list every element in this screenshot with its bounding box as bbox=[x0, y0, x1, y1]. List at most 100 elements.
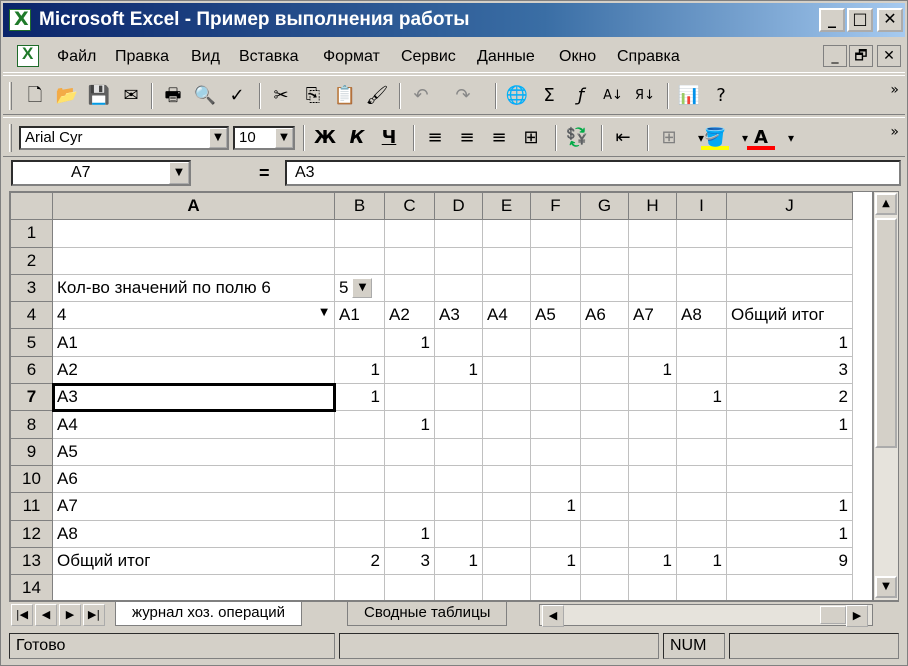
grid-cell[interactable] bbox=[482, 328, 531, 357]
grid-cell[interactable]: A3 bbox=[51, 382, 336, 412]
grid-cell[interactable]: A6 bbox=[52, 464, 335, 494]
grid-cell[interactable] bbox=[482, 219, 531, 248]
close-button[interactable]: ✕ bbox=[877, 8, 903, 32]
menu-help[interactable]: Справка bbox=[617, 48, 680, 66]
grid-cell[interactable]: 1 bbox=[434, 355, 483, 385]
new-icon[interactable]: 🗋 bbox=[21, 82, 49, 110]
grid-cell[interactable] bbox=[676, 519, 727, 548]
grid-cell[interactable] bbox=[334, 328, 385, 357]
row-header[interactable]: 1 bbox=[10, 219, 53, 248]
grid-cell[interactable]: 1 bbox=[726, 410, 853, 439]
grid-cell[interactable] bbox=[676, 492, 727, 521]
toolbar-grip[interactable] bbox=[9, 82, 12, 110]
grid-cell[interactable]: Общий итог bbox=[52, 546, 335, 576]
font-size-select[interactable]: 10 ▼ bbox=[233, 126, 295, 150]
grid-cell[interactable]: 1 bbox=[334, 383, 385, 412]
spreadsheet-grid[interactable]: A B C D E F G H I J 1 2 3 Кол-во значений п… bbox=[9, 191, 873, 601]
grid-cell[interactable] bbox=[580, 519, 629, 548]
grid-cell[interactable] bbox=[434, 383, 483, 412]
menu-edit[interactable]: Правка bbox=[115, 48, 169, 66]
grid-cell[interactable] bbox=[434, 464, 483, 494]
grid-cell[interactable]: Кол-во значений по полю 6 bbox=[52, 273, 335, 303]
mail-icon[interactable]: ✉ bbox=[117, 82, 145, 110]
grid-cell[interactable]: A5 bbox=[52, 437, 335, 466]
grid-cell[interactable] bbox=[482, 492, 531, 521]
scroll-up-icon[interactable]: ▲ bbox=[875, 193, 897, 215]
grid-cell[interactable] bbox=[434, 519, 483, 548]
grid-cell[interactable] bbox=[628, 246, 677, 275]
grid-cell[interactable] bbox=[628, 383, 677, 412]
grid-cell[interactable] bbox=[482, 383, 531, 412]
grid-cell[interactable]: 1 bbox=[384, 410, 435, 439]
grid-cell[interactable]: A8 bbox=[52, 519, 335, 548]
column-header[interactable]: A bbox=[52, 192, 335, 221]
align-center-icon[interactable]: ≡ bbox=[453, 124, 481, 152]
grid-cell[interactable] bbox=[726, 464, 853, 494]
grid-cell[interactable]: A4 bbox=[482, 301, 531, 330]
horizontal-scrollbar[interactable]: ◀ ▶ bbox=[539, 604, 873, 627]
undo-icon[interactable]: ↶ bbox=[407, 82, 435, 110]
maximize-button[interactable]: □ bbox=[847, 8, 873, 32]
row-header[interactable]: 6 bbox=[10, 355, 53, 385]
column-header[interactable]: H bbox=[628, 192, 677, 221]
grid-cell[interactable] bbox=[628, 328, 677, 357]
scroll-thumb[interactable] bbox=[875, 218, 897, 448]
grid-cell[interactable]: 1 bbox=[676, 383, 727, 412]
chevron-down-icon[interactable]: ▼ bbox=[209, 128, 227, 148]
grid-cell[interactable] bbox=[676, 437, 727, 466]
paste-icon[interactable]: 📋 bbox=[331, 82, 359, 110]
grid-cell[interactable] bbox=[628, 574, 677, 600]
grid-cell[interactable] bbox=[334, 574, 385, 600]
grid-cell[interactable] bbox=[628, 464, 677, 494]
grid-cell[interactable] bbox=[530, 355, 581, 385]
grid-cell[interactable] bbox=[580, 383, 629, 412]
menu-format[interactable]: Формат bbox=[323, 48, 380, 66]
grid-cell[interactable] bbox=[580, 546, 629, 576]
grid-cell[interactable] bbox=[530, 273, 581, 303]
column-header[interactable]: J bbox=[726, 192, 853, 221]
grid-cell[interactable] bbox=[580, 246, 629, 275]
grid-cell[interactable]: A4 bbox=[52, 410, 335, 439]
grid-cell[interactable] bbox=[52, 219, 335, 248]
scroll-down-icon[interactable]: ▼ bbox=[875, 576, 897, 598]
grid-cell[interactable] bbox=[482, 437, 531, 466]
workbook-icon[interactable] bbox=[17, 44, 39, 67]
grid-cell[interactable] bbox=[384, 574, 435, 600]
grid-cell[interactable] bbox=[676, 574, 727, 600]
grid-cell[interactable] bbox=[580, 219, 629, 248]
grid-cell[interactable] bbox=[384, 437, 435, 466]
grid-cell[interactable] bbox=[676, 464, 727, 494]
sort-ascending-icon[interactable]: A↓ bbox=[599, 82, 627, 110]
grid-cell[interactable] bbox=[384, 355, 435, 385]
grid-cell[interactable]: 2 bbox=[726, 383, 853, 412]
chevron-down-icon[interactable]: ▼ bbox=[169, 162, 189, 184]
row-header[interactable]: 5 bbox=[10, 328, 53, 357]
toolbar-more-icon[interactable]: » bbox=[890, 82, 899, 98]
grid-cell[interactable] bbox=[482, 355, 531, 385]
grid-cell[interactable] bbox=[580, 273, 629, 303]
grid-cell[interactable] bbox=[580, 410, 629, 439]
row-header[interactable]: 10 bbox=[10, 464, 53, 494]
grid-cell[interactable]: 2 bbox=[334, 546, 385, 576]
doc-minimize-button[interactable]: _ bbox=[823, 45, 847, 67]
grid-cell[interactable] bbox=[530, 437, 581, 466]
minimize-button[interactable]: _ bbox=[819, 8, 845, 32]
grid-cell[interactable] bbox=[628, 273, 677, 303]
scroll-right-icon[interactable]: ▶ bbox=[846, 605, 868, 627]
first-sheet-icon[interactable]: |◀ bbox=[11, 604, 33, 626]
column-header[interactable]: E bbox=[482, 192, 531, 221]
column-header[interactable]: B bbox=[334, 192, 385, 221]
grid-cell[interactable] bbox=[384, 383, 435, 412]
grid-cell[interactable] bbox=[628, 219, 677, 248]
grid-cell[interactable]: A1 bbox=[52, 328, 335, 357]
grid-cell[interactable] bbox=[726, 273, 853, 303]
align-left-icon[interactable]: ≡ bbox=[421, 124, 449, 152]
row-header[interactable]: 11 bbox=[10, 492, 53, 521]
grid-cell[interactable]: A6 bbox=[580, 301, 629, 330]
menu-tools[interactable]: Сервис bbox=[401, 48, 456, 66]
grid-cell[interactable] bbox=[434, 492, 483, 521]
grid-cell[interactable] bbox=[482, 519, 531, 548]
grid-cell[interactable]: 1 bbox=[628, 355, 677, 385]
column-header[interactable]: C bbox=[384, 192, 435, 221]
last-sheet-icon[interactable]: ▶| bbox=[83, 604, 105, 626]
